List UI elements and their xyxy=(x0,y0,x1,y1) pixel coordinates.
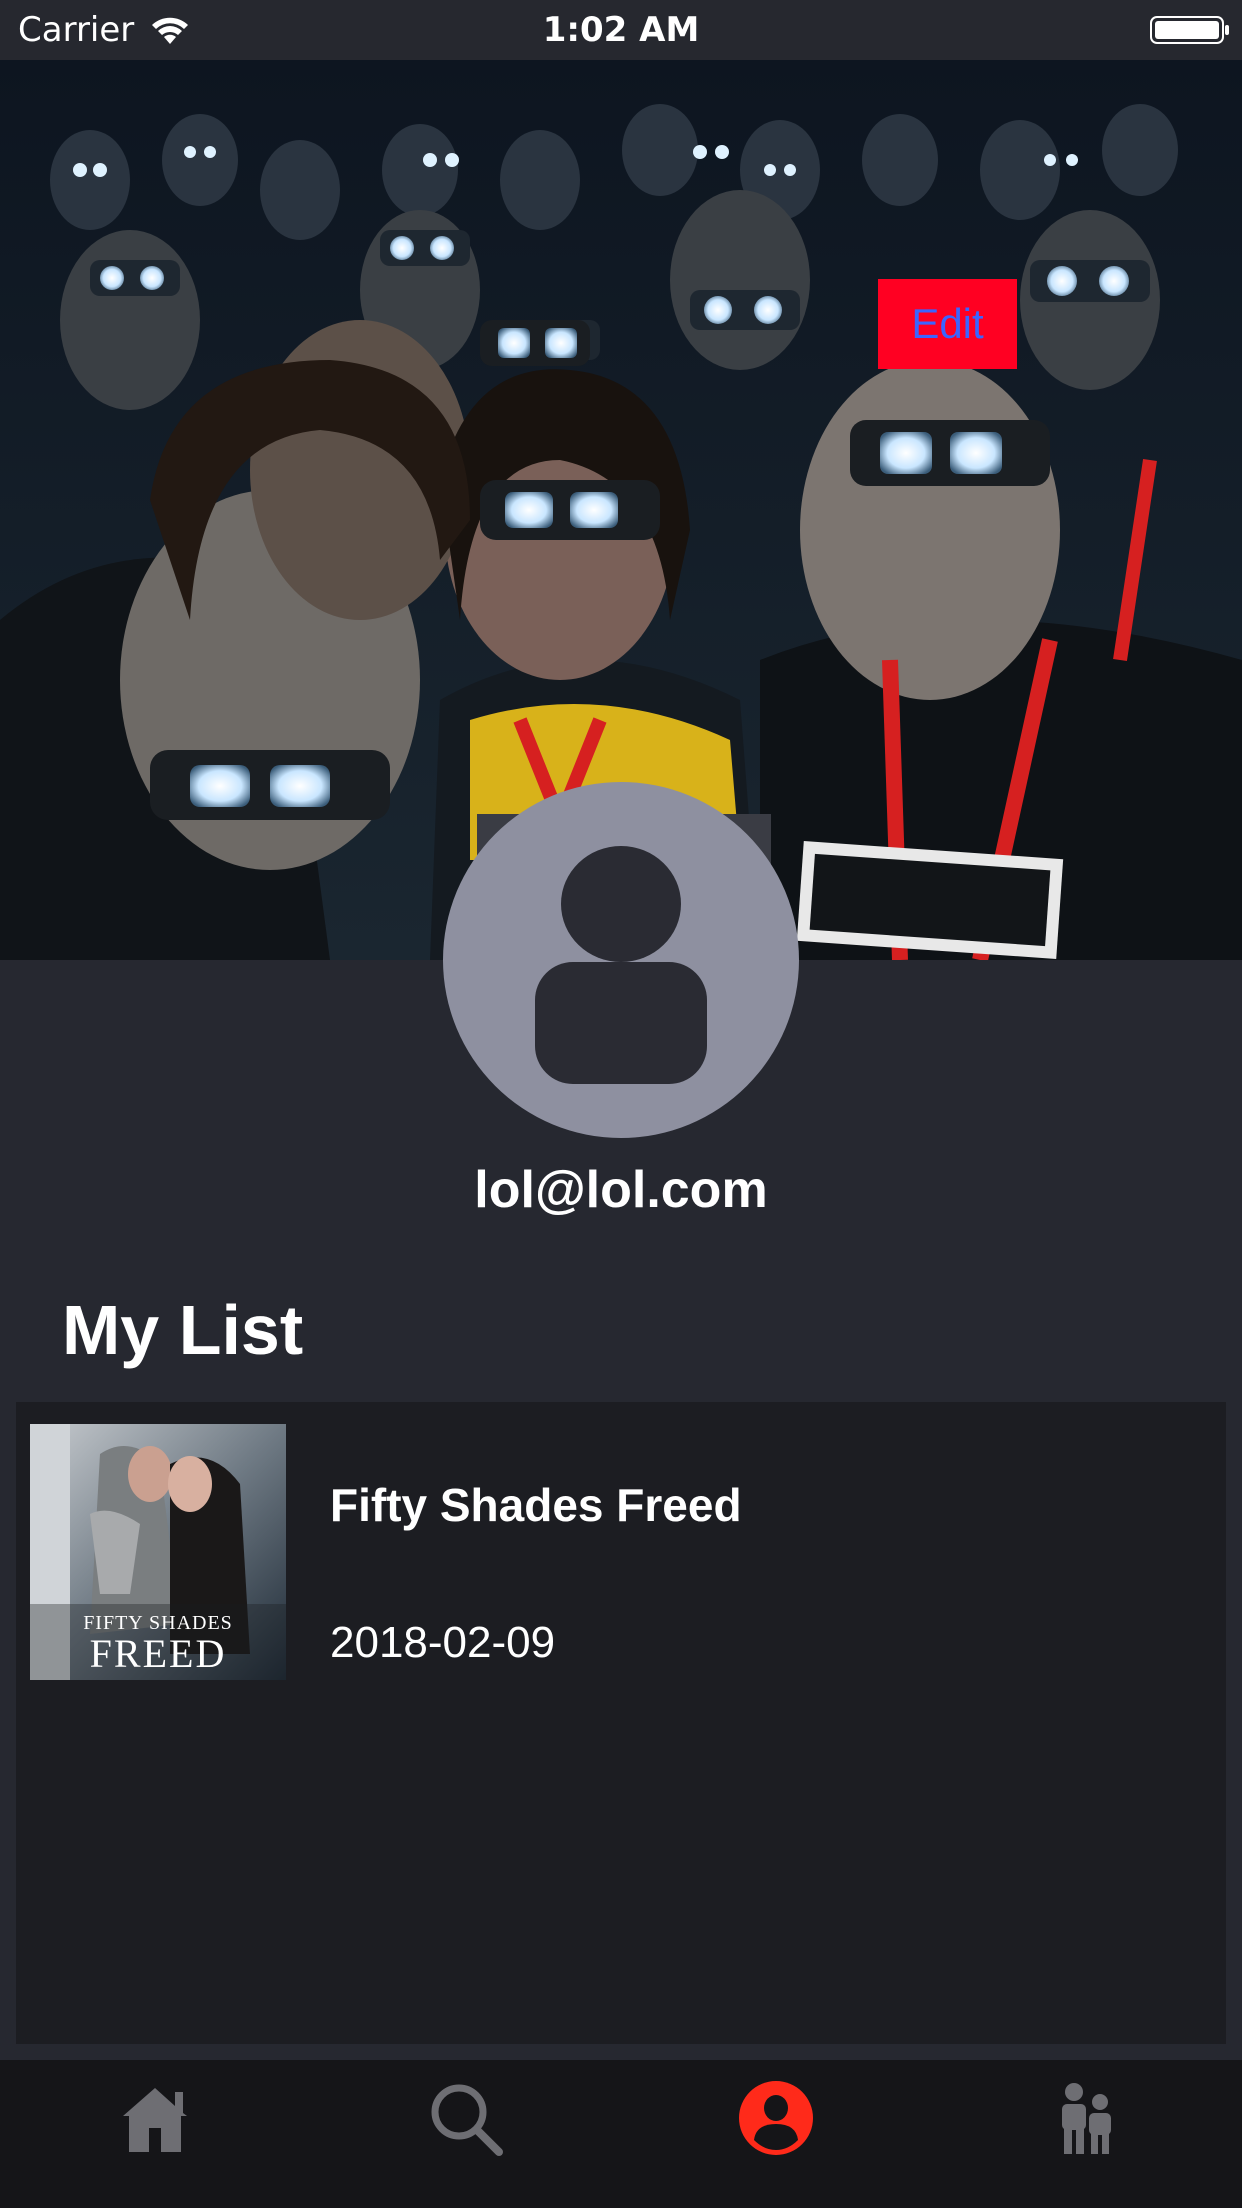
avatar[interactable] xyxy=(443,782,799,1138)
movie-release-date: 2018-02-09 xyxy=(330,1618,556,1667)
list-item[interactable]: FIFTY SHADES FREED Fifty Shades Freed 20… xyxy=(16,1402,1226,1692)
search-icon xyxy=(431,2084,503,2156)
movie-poster[interactable]: FIFTY SHADES FREED xyxy=(30,1424,286,1680)
status-time: 1:02 AM xyxy=(542,10,700,50)
tab-bar xyxy=(0,2060,1242,2208)
status-bar: Carrier 1:02 AM xyxy=(0,0,1242,60)
battery-icon xyxy=(1150,16,1229,44)
tab-search[interactable] xyxy=(425,2078,505,2158)
tab-home[interactable] xyxy=(115,2078,195,2158)
home-icon xyxy=(123,2088,187,2152)
poster-caption-line2: FREED xyxy=(89,1631,227,1676)
my-list-panel: FIFTY SHADES FREED Fifty Shades Freed 20… xyxy=(16,1402,1226,2044)
tab-people[interactable] xyxy=(1046,2078,1126,2158)
edit-button[interactable]: Edit xyxy=(878,279,1017,369)
section-title-my-list: My List xyxy=(62,1291,304,1369)
tab-profile[interactable] xyxy=(736,2078,816,2158)
movie-title: Fifty Shades Freed xyxy=(330,1479,742,1531)
people-icon xyxy=(1062,2083,1111,2154)
profile-icon xyxy=(739,2081,813,2155)
user-email: lol@lol.com xyxy=(474,1161,768,1219)
